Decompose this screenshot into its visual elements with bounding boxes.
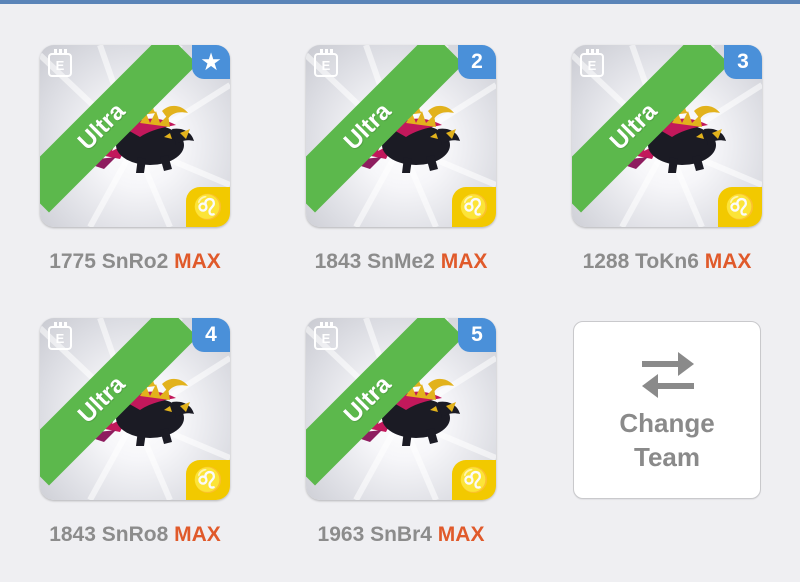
notes-icon[interactable]: E [314, 49, 338, 77]
monster-name: SnRo2 [101, 250, 169, 273]
slot-number-badge: 4 [192, 318, 230, 352]
top-divider [0, 0, 800, 4]
monster-card[interactable]: Ultra E ★ ♌ [40, 45, 230, 227]
monster-label: 1843 SnMe2 MAX [276, 250, 526, 274]
change-team-line1: Change [619, 408, 715, 438]
notes-icon[interactable]: E [48, 322, 72, 350]
monster-name: SnMe2 [367, 250, 435, 273]
leo-sign-icon: ♌ [452, 187, 496, 227]
monster-name: ToKn6 [635, 250, 699, 273]
monster-name: SnRo8 [101, 523, 169, 546]
monster-level: MAX [437, 523, 485, 546]
star-icon: ★ [192, 45, 230, 79]
slot-number-badge: 5 [458, 318, 496, 352]
monster-cp: 1963 [317, 523, 365, 546]
slot-number-badge: 3 [724, 45, 762, 79]
change-team-button[interactable]: Change Team [573, 321, 761, 499]
monster-card[interactable]: Ultra E 5 ♌ [306, 318, 496, 500]
monster-level: MAX [174, 523, 221, 546]
monster-level: MAX [440, 250, 488, 273]
monster-card[interactable]: Ultra E 2 ♌ [306, 45, 496, 227]
notes-icon[interactable]: E [580, 49, 604, 77]
leo-sign-icon: ♌ [718, 187, 762, 227]
monster-cp: 1843 [314, 250, 362, 273]
monster-card[interactable]: Ultra E 4 ♌ [40, 318, 230, 500]
monster-cp: 1775 [49, 250, 96, 273]
leo-sign-icon: ♌ [186, 187, 230, 227]
monster-cp: 1288 [582, 250, 630, 273]
monster-name: SnBr4 [370, 523, 432, 546]
swap-arrows-icon [642, 352, 694, 398]
monster-label: 1843 SnRo8 MAX [10, 523, 260, 547]
monster-label: 1288 ToKn6 MAX [542, 250, 792, 274]
monster-level: MAX [174, 250, 221, 273]
change-team-line2: Team [634, 442, 700, 472]
monster-label: 1963 SnBr4 MAX [276, 523, 526, 547]
leo-sign-icon: ♌ [452, 460, 496, 500]
monster-level: MAX [704, 250, 752, 273]
leo-sign-icon: ♌ [186, 460, 230, 500]
notes-icon[interactable]: E [314, 322, 338, 350]
monster-card[interactable]: Ultra E 3 ♌ [572, 45, 762, 227]
change-team-label: Change Team [574, 406, 760, 474]
slot-number-badge: 2 [458, 45, 496, 79]
monster-cp: 1843 [49, 523, 96, 546]
monster-label: 1775 SnRo2 MAX [10, 250, 260, 274]
notes-icon[interactable]: E [48, 49, 72, 77]
